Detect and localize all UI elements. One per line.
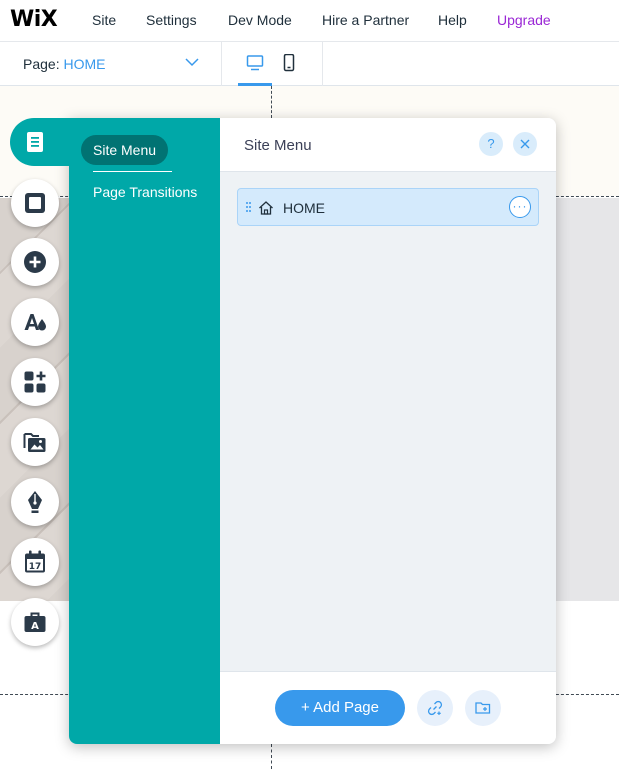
chevron-down-icon [185, 58, 199, 67]
drag-handle-icon[interactable] [246, 202, 251, 212]
link-icon [427, 700, 443, 716]
pages-icon [27, 132, 43, 152]
menu-help[interactable]: Help [438, 12, 467, 28]
business-briefcase-icon: A [24, 612, 46, 632]
media-icon [23, 433, 46, 452]
blog-button[interactable] [11, 478, 59, 526]
close-button[interactable] [513, 132, 537, 156]
page-more-actions-button[interactable]: ··· [509, 196, 531, 218]
bookings-calendar-icon: 17 [25, 550, 45, 573]
active-tab-underline [93, 171, 172, 172]
mobile-view-button[interactable] [272, 42, 306, 86]
menu-upgrade[interactable]: Upgrade [497, 12, 551, 28]
menu-dev-mode[interactable]: Dev Mode [228, 12, 292, 28]
tab-page-transitions[interactable]: Page Transitions [93, 184, 197, 200]
desktop-view-button[interactable] [238, 42, 272, 86]
add-elements-button[interactable] [11, 238, 59, 286]
page-selector-value: HOME [63, 56, 106, 72]
add-link-button[interactable] [417, 690, 453, 726]
background-button[interactable] [11, 179, 59, 227]
site-menu-panel: Site Menu Page Transitions Site Menu ? H… [69, 118, 556, 744]
briefcase-letter: A [31, 621, 39, 632]
page-list-item-home[interactable]: HOME ··· [237, 188, 539, 226]
theme-icon [24, 314, 46, 331]
panel-title: Site Menu [244, 137, 312, 154]
toolbar-divider [322, 42, 323, 86]
add-page-button[interactable]: + Add Page [275, 690, 405, 726]
help-icon: ? [487, 136, 495, 151]
menu-site[interactable]: Site [92, 12, 116, 28]
add-icon [24, 251, 46, 273]
panel-header: Site Menu ? [220, 118, 556, 172]
folder-add-icon [475, 702, 491, 714]
add-folder-button[interactable] [465, 690, 501, 726]
media-button[interactable] [11, 418, 59, 466]
page-bar: Page: HOME [0, 42, 619, 86]
page-selector-text: Page: HOME [23, 56, 105, 72]
panel-main: Site Menu ? HOME ··· + Add Page [220, 118, 556, 744]
page-selector[interactable]: Page: HOME [0, 42, 222, 86]
home-icon [259, 201, 273, 215]
pages-menu-button[interactable] [10, 118, 74, 166]
menu-settings[interactable]: Settings [146, 12, 197, 28]
wix-logo[interactable]: WiX [10, 7, 58, 32]
panel-side-nav: Site Menu Page Transitions [69, 118, 220, 744]
bookings-button[interactable]: 17 [11, 538, 59, 586]
menu-hire-a-partner[interactable]: Hire a Partner [322, 12, 409, 28]
background-icon [25, 193, 45, 213]
more-icon: ··· [512, 199, 528, 213]
help-button[interactable]: ? [479, 132, 503, 156]
canvas-guide-line-center-bottom [271, 744, 272, 769]
business-tools-button[interactable]: A [11, 598, 59, 646]
close-icon [520, 139, 530, 149]
page-selector-label: Page: [23, 56, 60, 72]
desktop-icon [246, 55, 264, 71]
blog-pen-icon [28, 491, 42, 513]
page-list-item-label: HOME [283, 200, 325, 216]
calendar-day: 17 [29, 562, 42, 572]
add-apps-button[interactable] [11, 358, 59, 406]
theme-manager-button[interactable] [11, 298, 59, 346]
top-bar: WiX Site Settings Dev Mode Hire a Partne… [0, 0, 619, 42]
add-apps-icon [24, 371, 46, 393]
panel-footer: + Add Page [220, 671, 556, 744]
tab-site-menu[interactable]: Site Menu [81, 135, 169, 165]
mobile-icon [283, 54, 295, 72]
canvas-guide-line-center-top [271, 86, 272, 118]
